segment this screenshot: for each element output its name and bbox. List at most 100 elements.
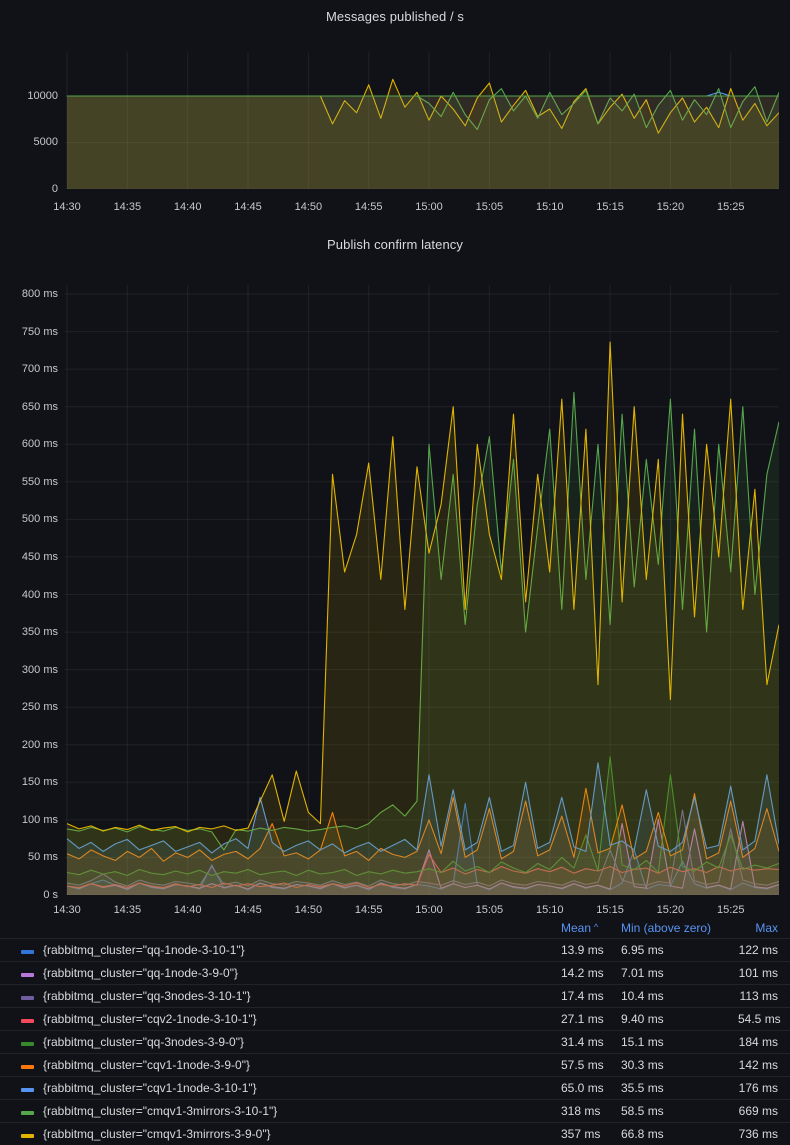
- min-value: 15.1 ms: [621, 1035, 738, 1049]
- legend-row[interactable]: {rabbitmq_cluster="qq-1node-3-10-1"}13.9…: [0, 938, 790, 961]
- series-color-swatch: [21, 1111, 34, 1115]
- legend-row[interactable]: {rabbitmq_cluster="cqv1-1node-3-9-0"}57.…: [0, 1053, 790, 1076]
- x-axis-label: 14:55: [345, 200, 393, 214]
- y-axis-label: 0: [0, 182, 58, 196]
- series-label[interactable]: {rabbitmq_cluster="qq-3nodes-3-10-1"}: [43, 989, 561, 1003]
- y-axis-label: 150 ms: [0, 775, 58, 789]
- mean-value: 31.4 ms: [561, 1035, 621, 1049]
- series-color-swatch: [21, 1065, 34, 1069]
- y-axis-label: 250 ms: [0, 700, 58, 714]
- y-axis-label: 350 ms: [0, 625, 58, 639]
- series-label[interactable]: {rabbitmq_cluster="cmqv1-3mirrors-3-10-1…: [43, 1104, 561, 1118]
- x-axis-label: 15:20: [646, 200, 694, 214]
- series-color-swatch: [21, 996, 34, 1000]
- x-axis-label: 14:45: [224, 903, 272, 917]
- legend-row[interactable]: {rabbitmq_cluster="qq-3nodes-3-9-0"}31.4…: [0, 1030, 790, 1053]
- messages-published-chart-canvas[interactable]: [65, 52, 779, 189]
- y-axis-label: 200 ms: [0, 738, 58, 752]
- y-axis-label: 750 ms: [0, 325, 58, 339]
- series-label[interactable]: {rabbitmq_cluster="qq-3nodes-3-9-0"}: [43, 1035, 561, 1049]
- x-axis-label: 15:25: [707, 903, 755, 917]
- x-axis-label: 15:15: [586, 200, 634, 214]
- x-axis-label: 14:55: [345, 903, 393, 917]
- x-axis-label: 14:50: [284, 200, 332, 214]
- series-color-swatch: [21, 950, 34, 954]
- mean-value: 65.0 ms: [561, 1081, 621, 1095]
- column-label: Mean: [561, 921, 591, 935]
- max-value: 176 ms: [738, 1081, 778, 1095]
- x-axis-label: 14:45: [224, 200, 272, 214]
- legend-row[interactable]: {rabbitmq_cluster="cqv2-1node-3-10-1"}27…: [0, 1007, 790, 1030]
- mean-value: 357 ms: [561, 1127, 621, 1141]
- y-axis-label: 400 ms: [0, 588, 58, 602]
- min-value: 58.5 ms: [621, 1104, 738, 1118]
- y-axis-label: 50 ms: [0, 850, 58, 864]
- series-color-swatch: [21, 1042, 34, 1046]
- y-axis-label: 0 s: [0, 888, 58, 902]
- x-axis-label: 15:10: [526, 200, 574, 214]
- series-fill: [67, 96, 779, 189]
- min-value: 6.95 ms: [621, 943, 738, 957]
- x-axis-label: 15:10: [526, 903, 574, 917]
- series-label[interactable]: {rabbitmq_cluster="cqv1-1node-3-9-0"}: [43, 1058, 561, 1072]
- max-value: 101 ms: [738, 966, 778, 980]
- sort-ascending-icon: ^: [594, 922, 598, 932]
- legend-row[interactable]: {rabbitmq_cluster="cmqv1-3mirrors-3-10-1…: [0, 1099, 790, 1122]
- x-axis-label: 15:00: [405, 200, 453, 214]
- legend-table: Mean^Min (above zero)Max{rabbitmq_cluste…: [0, 918, 790, 1145]
- column-label: Max: [755, 921, 778, 935]
- y-axis-label: 600 ms: [0, 437, 58, 451]
- legend-col-mean[interactable]: Mean^: [561, 921, 621, 935]
- mean-value: 17.4 ms: [561, 989, 621, 1003]
- min-value: 10.4 ms: [621, 989, 738, 1003]
- series-color-swatch: [21, 1019, 34, 1023]
- panel-title-publish-confirm-latency[interactable]: Publish confirm latency: [0, 237, 790, 252]
- y-axis-label: 10000: [0, 89, 58, 103]
- y-axis-label: 650 ms: [0, 400, 58, 414]
- mean-value: 318 ms: [561, 1104, 621, 1118]
- legend-col-max[interactable]: Max: [738, 921, 778, 935]
- mean-value: 13.9 ms: [561, 943, 621, 957]
- y-axis-label: 800 ms: [0, 287, 58, 301]
- series-color-swatch: [21, 1134, 34, 1138]
- series-color-swatch: [21, 973, 34, 977]
- x-axis-label: 15:00: [405, 903, 453, 917]
- max-value: 113 ms: [738, 989, 778, 1003]
- max-value: 142 ms: [738, 1058, 778, 1072]
- max-value: 184 ms: [738, 1035, 778, 1049]
- series-label[interactable]: {rabbitmq_cluster="cmqv1-3mirrors-3-9-0"…: [43, 1127, 561, 1141]
- panel-title-messages-published[interactable]: Messages published / s: [0, 9, 790, 24]
- max-value: 54.5 ms: [738, 1012, 781, 1026]
- legend-col-min[interactable]: Min (above zero): [621, 921, 738, 935]
- min-value: 66.8 ms: [621, 1127, 738, 1141]
- column-label: Min (above zero): [621, 921, 711, 935]
- x-axis-label: 15:05: [465, 903, 513, 917]
- x-axis-label: 15:05: [465, 200, 513, 214]
- legend-row[interactable]: {rabbitmq_cluster="qq-3nodes-3-10-1"}17.…: [0, 984, 790, 1007]
- x-axis-label: 15:15: [586, 903, 634, 917]
- x-axis-label: 15:25: [707, 200, 755, 214]
- y-axis-label: 300 ms: [0, 663, 58, 677]
- series-label[interactable]: {rabbitmq_cluster="qq-1node-3-10-1"}: [43, 943, 561, 957]
- legend-row[interactable]: {rabbitmq_cluster="cqv1-1node-3-10-1"}65…: [0, 1076, 790, 1099]
- legend-row[interactable]: {rabbitmq_cluster="qq-1node-3-9-0"}14.2 …: [0, 961, 790, 984]
- x-axis-label: 14:35: [103, 200, 151, 214]
- x-axis-label: 14:40: [164, 200, 212, 214]
- max-value: 122 ms: [738, 943, 778, 957]
- x-axis-label: 14:35: [103, 903, 151, 917]
- series-color-swatch: [21, 1088, 34, 1092]
- max-value: 669 ms: [738, 1104, 778, 1118]
- series-label[interactable]: {rabbitmq_cluster="cqv1-1node-3-10-1"}: [43, 1081, 561, 1095]
- legend-row[interactable]: {rabbitmq_cluster="cmqv1-3mirrors-3-9-0"…: [0, 1122, 790, 1145]
- mean-value: 14.2 ms: [561, 966, 621, 980]
- min-value: 35.5 ms: [621, 1081, 738, 1095]
- y-axis-label: 100 ms: [0, 813, 58, 827]
- min-value: 9.40 ms: [621, 1012, 738, 1026]
- publish-confirm-latency-chart-canvas[interactable]: [65, 285, 779, 895]
- series-label[interactable]: {rabbitmq_cluster="cqv2-1node-3-10-1"}: [43, 1012, 561, 1026]
- y-axis-label: 5000: [0, 135, 58, 149]
- min-value: 7.01 ms: [621, 966, 738, 980]
- x-axis-label: 14:40: [164, 903, 212, 917]
- mean-value: 57.5 ms: [561, 1058, 621, 1072]
- series-label[interactable]: {rabbitmq_cluster="qq-1node-3-9-0"}: [43, 966, 561, 980]
